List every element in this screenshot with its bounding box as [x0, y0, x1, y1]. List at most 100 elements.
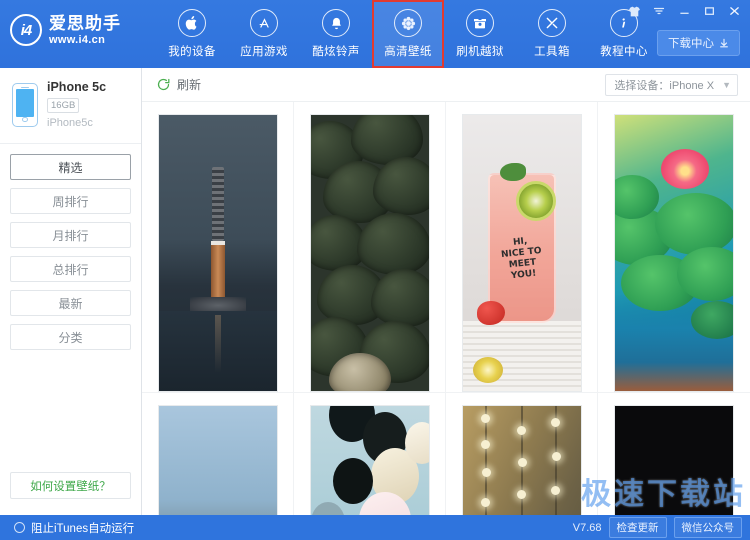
wechat-official-account-button[interactable]: 微信公众号 [674, 517, 743, 538]
version-label: V7.68 [573, 522, 602, 534]
wallpaper-cell [294, 102, 446, 392]
wallpaper-thumb-leaves[interactable] [310, 114, 430, 392]
maximize-icon[interactable] [701, 4, 717, 18]
body: iPhone 5c 16GB iPhone5c 精选 周排行 月排行 总排行 [0, 68, 750, 515]
wallpaper-cell [142, 102, 294, 392]
nav-item-toolbox[interactable]: 工具箱 [516, 0, 588, 68]
wallpaper-thumb-drink[interactable]: HI,NICE TOMEETYOU! [462, 114, 582, 392]
download-center-button[interactable]: 下载中心 [657, 30, 740, 56]
device-name: iPhone 5c [47, 80, 106, 94]
close-icon[interactable] [726, 4, 742, 18]
nav-label: 我的设备 [168, 43, 216, 59]
wrench-icon [538, 9, 566, 37]
sidebar-footer: 如何设置壁纸？ [0, 472, 141, 515]
art-lime [473, 357, 503, 383]
device-card[interactable]: iPhone 5c 16GB iPhone5c [0, 68, 141, 144]
app-logo[interactable]: i4 爱思助手 www.i4.cn [0, 0, 150, 46]
check-update-button[interactable]: 检查更新 [609, 517, 667, 538]
window-controls [626, 4, 742, 18]
sidebar-item-label: 最新 [58, 295, 82, 312]
wallpaper-grid: HI,NICE TOMEETYOU! [142, 102, 750, 515]
appstore-icon [250, 9, 278, 37]
content-toolbar: 刷新 选择设备：iPhone X ▼ [142, 68, 750, 102]
nav-item-apps-games[interactable]: 应用游戏 [228, 0, 300, 68]
art-ash-pile [190, 297, 246, 311]
box-icon [466, 9, 494, 37]
flower-icon [394, 9, 422, 37]
chevron-down-icon: ▼ [722, 80, 731, 90]
how-to-set-wallpaper-button[interactable]: 如何设置壁纸？ [10, 472, 131, 499]
art-kiwi-slice [516, 181, 556, 221]
sidebar-item-label: 周排行 [52, 193, 88, 210]
radio-icon [14, 522, 25, 533]
art-cigarette-body [211, 245, 225, 299]
status-bar: 阻止iTunes自动运行 V7.68 检查更新 微信公众号 [0, 515, 750, 540]
bell-icon [322, 9, 350, 37]
phone-home-button-icon [22, 117, 28, 123]
wallpaper-thumb-cigarette[interactable] [158, 114, 278, 392]
main-nav: 我的设备 应用游戏 酷炫铃声 [156, 0, 660, 68]
refresh-button[interactable]: 刷新 [156, 76, 201, 93]
device-select-value: 选择设备：iPhone X [614, 77, 714, 93]
art-glass-caption: HI,NICE TOMEETYOU! [499, 235, 544, 283]
wallpaper-image [311, 115, 429, 391]
sidebar: iPhone 5c 16GB iPhone5c 精选 周排行 月排行 总排行 [0, 68, 142, 515]
refresh-icon [156, 77, 171, 92]
device-select-dropdown[interactable]: 选择设备：iPhone X ▼ [605, 74, 738, 96]
sidebar-item-newest[interactable]: 最新 [10, 290, 131, 316]
refresh-label: 刷新 [177, 76, 201, 93]
sidebar-item-monthly-rank[interactable]: 月排行 [10, 222, 131, 248]
sidebar-item-label: 月排行 [52, 227, 88, 244]
i4-assistant-window: i4 爱思助手 www.i4.cn 我的设备 应用游戏 [0, 0, 750, 540]
wallpaper-image [159, 115, 277, 391]
nav-label: 工具箱 [534, 43, 570, 59]
phone-screen [16, 89, 34, 116]
nav-label: 教程中心 [600, 43, 648, 59]
apple-icon [178, 9, 206, 37]
brand-text: 爱思助手 www.i4.cn [49, 15, 121, 46]
download-center-label: 下载中心 [668, 35, 714, 51]
sidebar-item-featured[interactable]: 精选 [10, 154, 131, 180]
art-mint-leaf [500, 163, 526, 181]
art-lotus-flower [661, 149, 709, 189]
sidebar-item-label: 分类 [58, 329, 82, 346]
nav-label: 高清壁纸 [384, 43, 432, 59]
wallpaper-cell: HI,NICE TOMEETYOU! [446, 102, 598, 392]
app-header: i4 爱思助手 www.i4.cn 我的设备 应用游戏 [0, 0, 750, 68]
brand-url: www.i4.cn [49, 35, 121, 46]
iphone-icon [12, 83, 38, 127]
nav-item-hd-wallpaper[interactable]: 高清壁纸 [372, 0, 444, 68]
skin-icon[interactable] [626, 4, 642, 18]
wallpaper-cell [598, 102, 750, 392]
nav-item-flash-jailbreak[interactable]: 刷机越狱 [444, 0, 516, 68]
block-itunes-toggle[interactable]: 阻止iTunes自动运行 [14, 520, 134, 536]
block-itunes-label: 阻止iTunes自动运行 [31, 520, 134, 536]
art-cigarette-band [211, 241, 225, 245]
download-arrow-icon [719, 38, 729, 48]
minimize-icon[interactable] [676, 4, 692, 18]
device-meta: iPhone 5c 16GB iPhone5c [47, 80, 106, 129]
nav-label: 应用游戏 [240, 43, 288, 59]
art-strawberry [477, 301, 505, 325]
main-content: 刷新 选择设备：iPhone X ▼ [142, 68, 750, 515]
wallpaper-thumb-lotus[interactable] [614, 114, 734, 392]
device-model: iPhone5c [47, 117, 106, 129]
nav-label: 刷机越狱 [456, 43, 504, 59]
phone-speaker [21, 87, 29, 89]
nav-item-my-device[interactable]: 我的设备 [156, 0, 228, 68]
art-cigarette-ash [212, 167, 224, 241]
status-bar-right: V7.68 检查更新 微信公众号 [573, 517, 742, 538]
wallpaper-image: HI,NICE TOMEETYOU! [463, 115, 581, 391]
how-to-set-wallpaper-label: 如何设置壁纸？ [30, 478, 111, 494]
sidebar-item-total-rank[interactable]: 总排行 [10, 256, 131, 282]
sidebar-item-categories[interactable]: 分类 [10, 324, 131, 350]
brand-name: 爱思助手 [49, 15, 121, 32]
sidebar-item-weekly-rank[interactable]: 周排行 [10, 188, 131, 214]
wallpaper-image [615, 115, 733, 391]
art-reflection [215, 315, 221, 373]
menu-icon[interactable] [651, 4, 667, 18]
sidebar-item-label: 总排行 [52, 261, 88, 278]
nav-item-ringtones[interactable]: 酷炫铃声 [300, 0, 372, 68]
i4-logo-icon: i4 [10, 14, 42, 46]
device-capacity-badge: 16GB [47, 98, 79, 113]
